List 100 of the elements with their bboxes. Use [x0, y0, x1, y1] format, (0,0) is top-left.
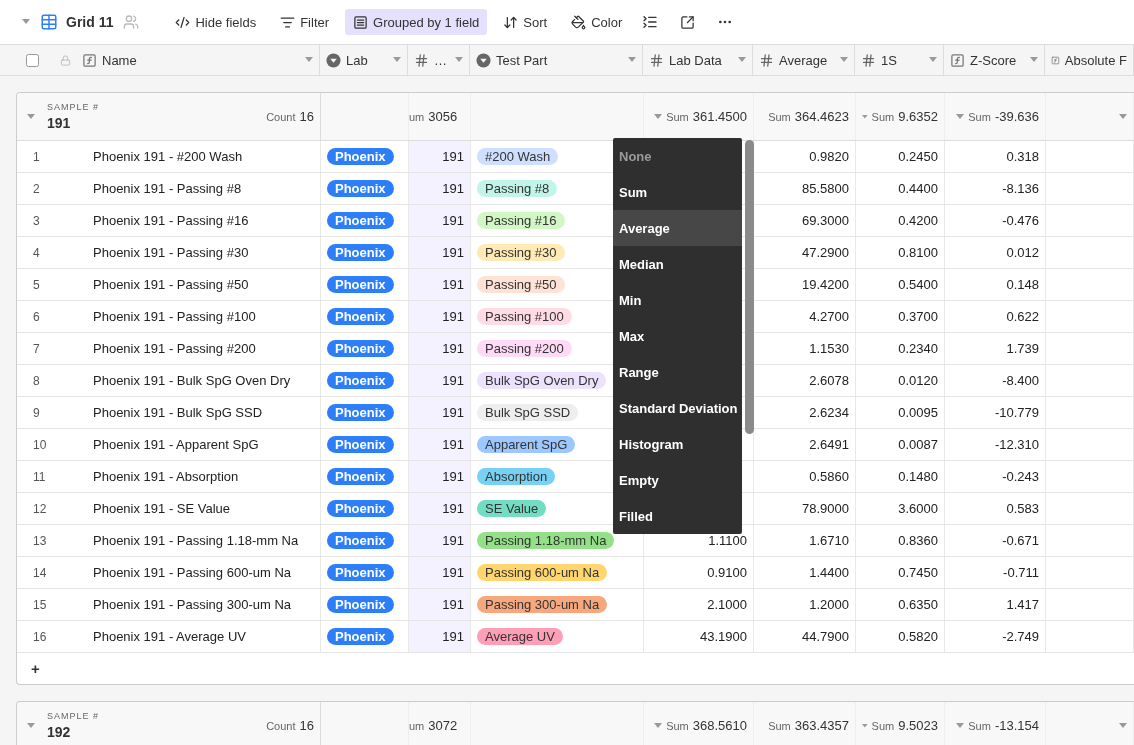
- summary-caret-icon[interactable]: [1119, 113, 1127, 120]
- toolbar-button[interactable]: Filter: [272, 9, 338, 35]
- table-cell: 191: [442, 277, 464, 292]
- table-cell: Phoenix 191 - SE Value: [93, 501, 231, 516]
- count-value: 16: [299, 718, 314, 733]
- lab-tag: Phoenix: [327, 212, 394, 229]
- table-cell: Phoenix 191 - Bulk SpG Oven Dry: [93, 373, 291, 388]
- sort-icon: [503, 14, 519, 30]
- column-header[interactable]: Test Part: [470, 45, 643, 75]
- summary-caret-icon[interactable]: [956, 113, 965, 120]
- collapse-caret-icon[interactable]: [27, 113, 35, 120]
- table-cell: Phoenix 191 - Passing #200: [93, 341, 256, 356]
- table-cell: 191: [442, 533, 464, 548]
- table-cell: 0.0095: [898, 405, 938, 420]
- lab-tag: Phoenix: [327, 276, 394, 293]
- table-cell: -10.779: [994, 405, 1039, 420]
- column-header[interactable]: Z-Score: [944, 45, 1045, 75]
- summary-label: Sum: [768, 110, 791, 123]
- summary-caret-icon[interactable]: [654, 113, 663, 120]
- table-cell: 0.8360: [898, 533, 938, 548]
- summary-label: Sum: [871, 110, 895, 123]
- column-header[interactable]: …: [408, 45, 470, 75]
- summary-value: 363.4357: [794, 718, 849, 733]
- caret-icon[interactable]: [455, 57, 463, 63]
- row-number: 6: [32, 309, 41, 324]
- caret-icon[interactable]: [1030, 57, 1038, 63]
- summary-caret-icon[interactable]: [862, 113, 868, 120]
- menu-item[interactable]: Sum: [613, 174, 742, 210]
- row-number: 12: [32, 501, 48, 516]
- caret-icon[interactable]: [305, 57, 313, 63]
- view-caret-icon[interactable]: [22, 19, 30, 25]
- row-number: 7: [32, 341, 41, 356]
- menu-item[interactable]: Empty: [613, 462, 742, 498]
- menu-item[interactable]: Range: [613, 354, 742, 390]
- summary-caret-icon[interactable]: [862, 722, 868, 729]
- table-cell: 43.1900: [700, 629, 747, 644]
- toolbar-button[interactable]: Hide fields: [167, 9, 265, 35]
- summary-label: um: [409, 719, 425, 732]
- summary-value: 364.4623: [794, 109, 849, 124]
- table-cell: 0.2340: [898, 341, 938, 356]
- lab-tag: Phoenix: [327, 340, 394, 357]
- scrollbar[interactable]: [745, 140, 754, 434]
- table-cell: 2.6078: [809, 373, 849, 388]
- column-header[interactable]: 1S: [855, 45, 944, 75]
- table-cell: Phoenix 191 - Apparent SpG: [93, 437, 259, 452]
- caret-icon[interactable]: [738, 57, 746, 63]
- table-cell: 0.148: [1006, 277, 1039, 292]
- summary-caret-icon[interactable]: [654, 722, 663, 729]
- hash-icon: [759, 52, 774, 68]
- summary-value: -39.636: [994, 109, 1039, 124]
- hash-icon: [861, 52, 876, 68]
- row-number: 9: [32, 405, 41, 420]
- add-row-button[interactable]: +: [27, 653, 44, 684]
- table-cell: Phoenix 191 - Bulk SpG SSD: [93, 405, 263, 420]
- table-cell: 1.1100: [708, 533, 747, 548]
- people-icon[interactable]: [123, 14, 140, 30]
- row-number: 2: [32, 181, 41, 196]
- menu-item[interactable]: Filled: [613, 498, 742, 534]
- toolbar-button[interactable]: Color: [563, 9, 631, 35]
- lab-tag: Phoenix: [327, 628, 394, 645]
- menu-item[interactable]: Histogram: [613, 426, 742, 462]
- caret-icon[interactable]: [929, 57, 937, 63]
- summary-caret-icon[interactable]: [1119, 722, 1127, 729]
- toolbar-button[interactable]: Sort: [495, 9, 556, 35]
- menu-item[interactable]: Min: [613, 282, 742, 318]
- caret-icon[interactable]: [840, 57, 848, 63]
- collapse-caret-icon[interactable]: [27, 722, 35, 729]
- hash-icon: [649, 52, 664, 68]
- test-part-tag: SE Value: [477, 500, 547, 517]
- table-cell: 191: [442, 405, 464, 420]
- menu-item[interactable]: Median: [613, 246, 742, 282]
- table-cell: 0.583: [1006, 501, 1039, 516]
- test-part-tag: Passing #200: [477, 340, 572, 357]
- table-cell: Phoenix 191 - Passing 300-um Na: [93, 597, 291, 612]
- table-cell: 191: [442, 629, 464, 644]
- caret-icon[interactable]: [393, 57, 401, 63]
- menu-item[interactable]: Max: [613, 318, 742, 354]
- toolbar-button[interactable]: Grouped by 1 field: [345, 9, 488, 35]
- view-name[interactable]: Grid 11: [66, 14, 114, 30]
- checkbox[interactable]: [26, 53, 39, 67]
- lab-tag: Phoenix: [327, 372, 394, 389]
- lab-tag: Phoenix: [327, 244, 394, 261]
- paint-bucket-icon: [571, 14, 587, 30]
- table-cell: 1.417: [1006, 597, 1039, 612]
- table-cell: 191: [442, 213, 464, 228]
- table-cell: 191: [442, 437, 464, 452]
- table-cell: 0.8100: [898, 245, 938, 260]
- summary-caret-icon[interactable]: [956, 722, 965, 729]
- table-cell: 69.3000: [802, 213, 849, 228]
- column-header[interactable]: Name: [0, 45, 320, 75]
- column-header[interactable]: Lab: [320, 45, 408, 75]
- menu-item[interactable]: Average: [613, 210, 742, 246]
- column-header[interactable]: Average: [753, 45, 855, 75]
- table-cell: 19.4200: [802, 277, 849, 292]
- menu-item[interactable]: Standard Deviation: [613, 390, 742, 426]
- column-header[interactable]: Lab Data: [643, 45, 753, 75]
- test-part-tag: Passing #100: [477, 308, 572, 325]
- column-header[interactable]: Absolute F: [1045, 45, 1134, 75]
- table-cell: 2.1000: [707, 597, 747, 612]
- caret-icon[interactable]: [628, 57, 636, 63]
